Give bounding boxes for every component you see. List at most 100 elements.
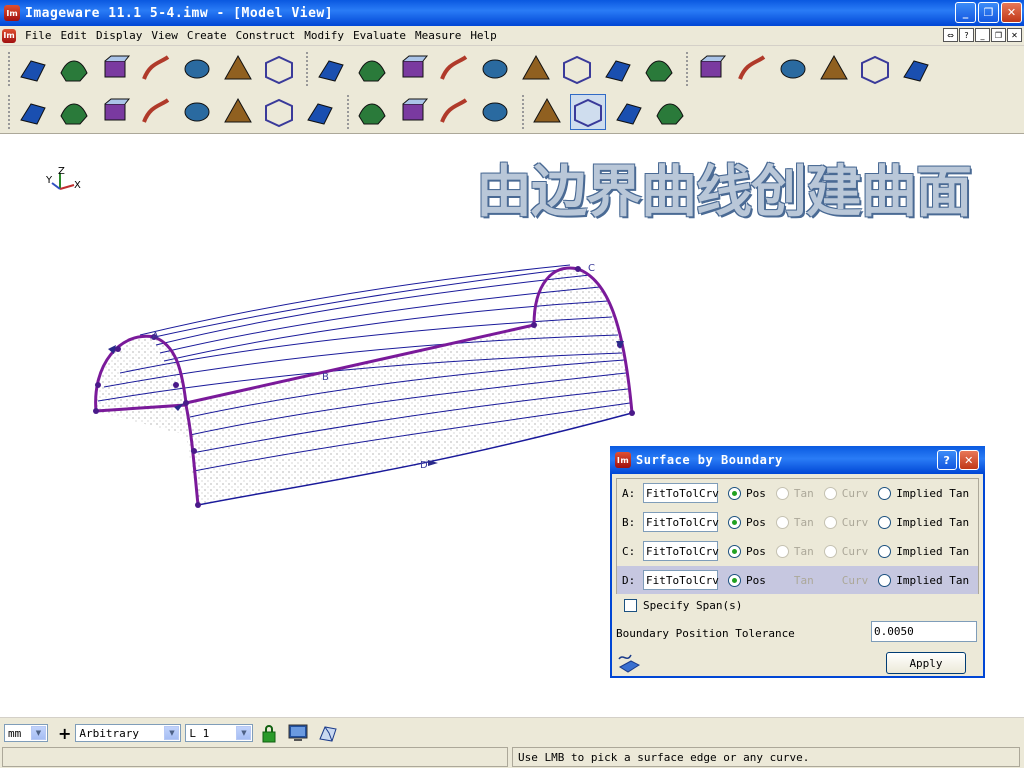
toolbar-grip[interactable] (8, 95, 11, 129)
doc-minimize-icon[interactable]: _ (975, 28, 990, 42)
toolbar-grip[interactable] (347, 95, 350, 129)
tolerance-input[interactable]: 0.0050 (871, 621, 977, 642)
radio-tan: Tan (775, 486, 814, 500)
layer-value: L 1 (189, 726, 210, 740)
primitive-shapes-icon[interactable] (220, 51, 256, 87)
radio-implied-tan[interactable]: Implied Tan (878, 544, 969, 558)
cut-surface-icon[interactable] (302, 94, 338, 130)
fillet-surface-icon[interactable] (436, 51, 472, 87)
loft-surface-icon[interactable] (477, 51, 513, 87)
plane-cross-icon[interactable] (857, 51, 893, 87)
bowl-surface-icon[interactable] (261, 51, 297, 87)
cone-icon[interactable] (641, 51, 677, 87)
grid-box-icon[interactable] (220, 94, 256, 130)
radio-implied-tan[interactable]: Implied Tan (878, 515, 969, 529)
sphere-tool-icon[interactable] (261, 94, 297, 130)
plane-icon[interactable] (138, 51, 174, 87)
radio-implied-tan[interactable]: Implied Tan (878, 486, 969, 500)
boundary-row-c: C: FitToTolCrv Pos Tan Curv Implied Tan (617, 537, 978, 565)
menu-measure[interactable]: Measure (415, 29, 461, 42)
menu-construct[interactable]: Construct (236, 29, 296, 42)
toolbar-grip[interactable] (306, 52, 309, 86)
cylinder-icon[interactable] (816, 51, 852, 87)
menu-view[interactable]: View (151, 29, 178, 42)
menu-bar: Im File Edit Display View Create Constru… (0, 26, 1024, 46)
specify-span-checkbox[interactable]: Specify Span(s) (624, 599, 742, 612)
boundary-row-d[interactable]: D: FitToTolCrv Pos Tan Curv Implied Tan (617, 566, 978, 594)
toolbar-grip[interactable] (686, 52, 689, 86)
plane-select[interactable]: Arbitrary ▼ (75, 724, 182, 742)
offset-surface-icon[interactable] (354, 51, 390, 87)
checkbox-box[interactable] (624, 599, 637, 612)
radio-pos[interactable]: Pos (728, 573, 766, 587)
radio-pos[interactable]: Pos (728, 486, 766, 500)
units-select[interactable]: mm ▼ (4, 724, 48, 742)
surface-view-icon[interactable] (317, 723, 339, 743)
dialog-help-icon[interactable]: ? (937, 450, 957, 470)
dialog-app-icon: Im (615, 452, 631, 468)
document-icon[interactable]: Im (2, 28, 16, 43)
curve-type-field[interactable]: FitToTolCrv (643, 570, 719, 590)
radio-pos[interactable]: Pos (728, 515, 766, 529)
color-map-icon[interactable] (477, 94, 513, 130)
lock-icon[interactable] (259, 723, 279, 743)
layers-surface-icon[interactable] (97, 94, 133, 130)
ring-surface-icon[interactable] (179, 94, 215, 130)
minimize-icon[interactable]: _ (955, 2, 976, 23)
paint-surface-icon[interactable] (354, 94, 390, 130)
palette-icon[interactable] (529, 94, 565, 130)
twist-surface-icon[interactable] (56, 94, 92, 130)
menu-create[interactable]: Create (187, 29, 227, 42)
menu-display[interactable]: Display (96, 29, 142, 42)
menu-modify[interactable]: Modify (304, 29, 344, 42)
radio-implied-tan[interactable]: Implied Tan (878, 573, 969, 587)
zoom-part-icon[interactable] (97, 51, 133, 87)
toolbar-grip[interactable] (522, 95, 525, 129)
import-icon[interactable] (56, 51, 92, 87)
close-icon[interactable]: ✕ (1001, 2, 1022, 23)
curve-label-a: A (152, 331, 159, 342)
curve-type-field[interactable]: FitToTolCrv (643, 512, 719, 532)
layer-select[interactable]: L 1 ▼ (185, 724, 254, 742)
menu-help[interactable]: Help (470, 29, 497, 42)
dialog-title-bar[interactable]: Im Surface by Boundary ? ✕ (610, 446, 985, 474)
curve-icon[interactable] (611, 94, 647, 130)
curve-type-field[interactable]: FitToTolCrv (643, 483, 719, 503)
radio-curv: Curv (823, 515, 868, 529)
doc-restore-icon[interactable]: ❐ (991, 28, 1006, 42)
fit-window-icon[interactable]: ⇔ (943, 28, 958, 42)
open-file-icon[interactable] (15, 51, 51, 87)
dialog-close-icon[interactable]: ✕ (959, 450, 979, 470)
sweep-surface-icon[interactable] (559, 51, 595, 87)
flat-surface-icon[interactable] (652, 94, 688, 130)
surface-from-curves-icon[interactable] (313, 51, 349, 87)
ribs-surface-icon[interactable] (436, 94, 472, 130)
box-icon[interactable] (179, 51, 215, 87)
normal-arrow-icon[interactable] (138, 94, 174, 130)
radio-tan: Tan (775, 515, 814, 529)
specify-span-label: Specify Span(s) (643, 599, 743, 612)
curve-type-field[interactable]: FitToTolCrv (643, 541, 719, 561)
monitor-icon[interactable] (287, 723, 309, 743)
menu-evaluate[interactable]: Evaluate (353, 29, 406, 42)
apply-button[interactable]: Apply (886, 652, 966, 674)
axis-icon[interactable] (898, 51, 934, 87)
network-icon[interactable] (775, 51, 811, 87)
radio-pos[interactable]: Pos (728, 544, 766, 558)
blend-surface-icon[interactable] (395, 51, 431, 87)
restore-icon[interactable]: ❐ (978, 2, 999, 23)
toolbar-grip[interactable] (8, 52, 11, 86)
wireframe-box-icon[interactable] (693, 51, 729, 87)
chevron-down-icon: ▼ (31, 726, 46, 740)
plus-icon[interactable]: + (58, 724, 71, 743)
menu-file[interactable]: File (25, 29, 52, 42)
extrude-surface-icon[interactable] (518, 51, 554, 87)
stripes-surface-icon[interactable] (395, 94, 431, 130)
glasses-icon[interactable] (734, 51, 770, 87)
help-icon[interactable]: ? (959, 28, 974, 42)
curve-surface-icon[interactable] (15, 94, 51, 130)
doc-close-icon[interactable]: ✕ (1007, 28, 1022, 42)
revolve-surface-icon[interactable] (600, 51, 636, 87)
menu-edit[interactable]: Edit (61, 29, 88, 42)
surface-by-boundary-icon[interactable] (570, 94, 606, 130)
